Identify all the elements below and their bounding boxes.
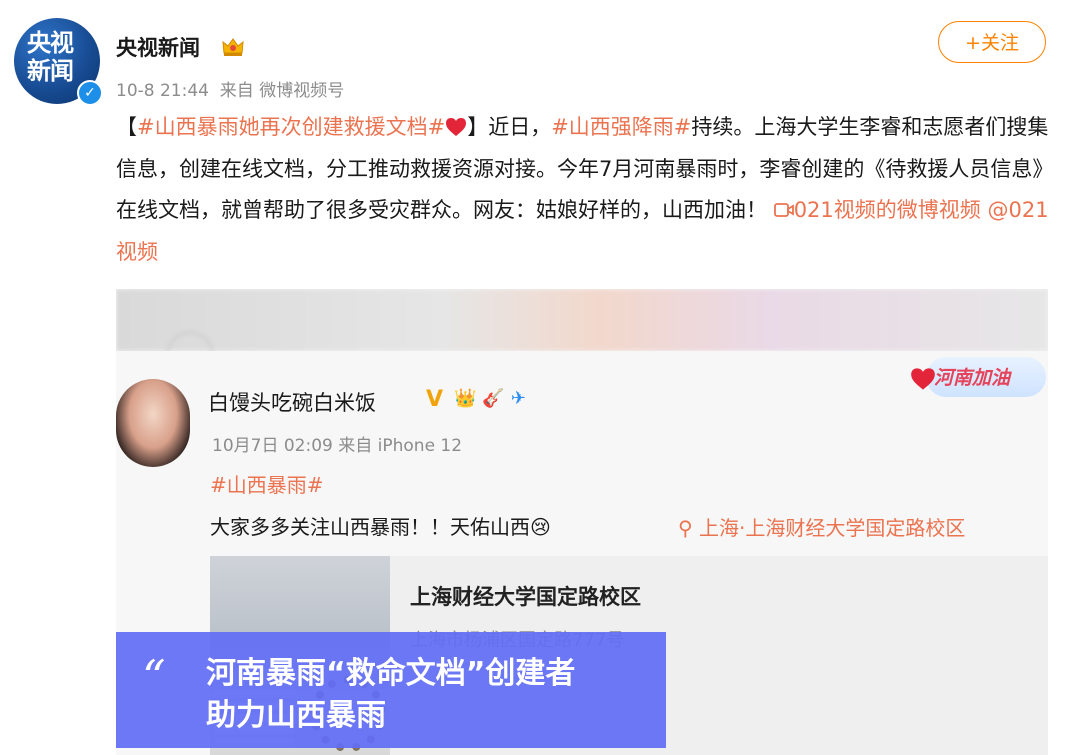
verified-icon: ✓ xyxy=(77,80,103,106)
heart-icon xyxy=(446,118,467,136)
crown-icon xyxy=(222,38,244,56)
video-icon xyxy=(773,203,794,217)
embedded-user-badges: 👑 🎸 ✈ xyxy=(454,388,532,409)
paper-plane-icon: ✈ xyxy=(510,388,526,409)
crying-emoji-icon: 😢 xyxy=(530,515,551,539)
location-pin-icon: ⚲ xyxy=(678,516,700,540)
embedded-user-name: 白馒头吃碗白米饭 xyxy=(208,391,376,415)
embedded-text: 大家多多关注山西暴雨！！天佑山西😢 xyxy=(210,511,551,540)
blurred-header xyxy=(116,289,1048,379)
post-text-1: 近日， xyxy=(488,115,552,139)
media-image[interactable]: 河南加油 白馒头吃碗白米饭 V 👑 🎸 ✈ 10月7日 02:09 来自 iPhon… xyxy=(116,289,1048,755)
bracket-close: 】 xyxy=(467,115,489,139)
embedded-location: ⚲ 上海·上海财经大学国定路校区 xyxy=(678,512,965,541)
avatar-logo-text: 央视 xyxy=(27,29,74,57)
avatar-logo-text-2: 新闻 xyxy=(27,57,74,85)
username[interactable]: 央视新闻 xyxy=(116,32,200,62)
embedded-meta: 10月7日 02:09 来自 iPhone 12 xyxy=(212,436,463,456)
hashtag-title[interactable]: #山西暴雨她再次创建救援文档# xyxy=(137,115,445,139)
crown-badge-icon: 👑 xyxy=(454,388,477,409)
embedded-hashtag: #山西暴雨# xyxy=(210,473,324,497)
embedded-user-avatar xyxy=(116,379,190,467)
sticker-text: 河南加油 xyxy=(934,367,1011,389)
embedded-weibo-screenshot: 河南加油 白馒头吃碗白米饭 V 👑 🎸 ✈ 10月7日 02:09 来自 iPhon… xyxy=(116,351,1048,755)
video-link-label: 021视频的微博视频 xyxy=(793,198,981,222)
embedded-text-body: 大家多多关注山西暴雨！！天佑山西 xyxy=(210,515,530,539)
quote-mark-icon: “ xyxy=(142,650,166,704)
post-text: 【#山西暴雨她再次创建救援文档# 】近日，#山西强降雨#持续。上海大学生李睿和志愿… xyxy=(116,107,1056,273)
post-meta: 10-8 21:44 来自 微博视频号 xyxy=(116,76,344,101)
vip-badge-icon: V xyxy=(426,387,444,412)
sticker-heart-icon xyxy=(911,368,935,390)
guitar-icon: 🎸 xyxy=(482,388,505,409)
embedded-location-label: 上海·上海财经大学国定路校区 xyxy=(699,516,966,540)
hashtag-rain[interactable]: #山西强降雨# xyxy=(551,115,691,139)
video-link[interactable]: 021视频的微博视频 xyxy=(773,198,981,222)
quote-overlay: “ 河南暴雨“救命文档”创建者 助力山西暴雨 xyxy=(116,632,666,748)
quote-line-2: 助力山西暴雨 xyxy=(206,698,386,733)
bracket-open: 【 xyxy=(116,115,137,139)
follow-button[interactable]: +关注 xyxy=(938,21,1046,63)
source-label[interactable]: 来自 微博视频号 xyxy=(220,81,344,101)
quote-line-1: 河南暴雨“救命文档”创建者 xyxy=(206,656,576,691)
location-card-title: 上海财经大学国定路校区 xyxy=(410,585,641,609)
timestamp: 10-8 21:44 xyxy=(116,81,209,101)
henan-sticker: 河南加油 xyxy=(906,349,1046,407)
